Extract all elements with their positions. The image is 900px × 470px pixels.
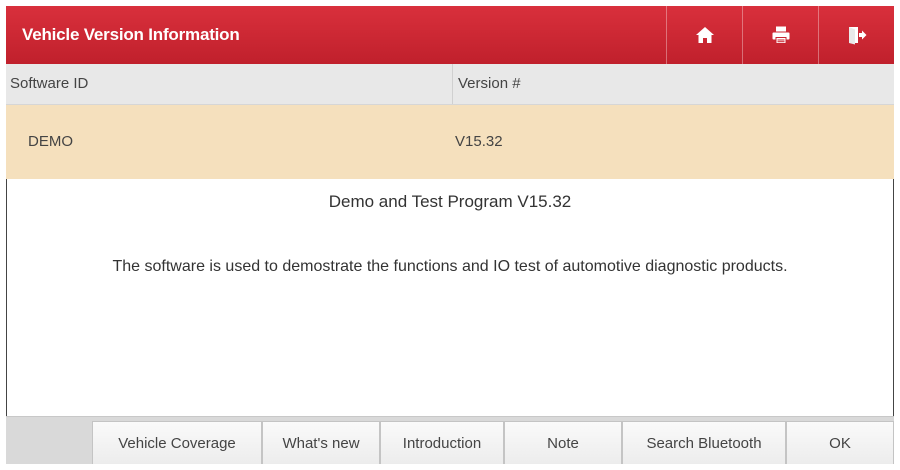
program-description: The software is used to demostrate the f… [112,258,788,275]
note-button[interactable]: Note [504,421,622,464]
home-icon [696,27,714,43]
vehicle-coverage-button[interactable]: Vehicle Coverage [92,421,262,464]
column-divider [452,64,453,104]
window-title: Vehicle Version Information [22,25,240,44]
bottom-toolbar: Vehicle Coverage What's new Introduction… [6,416,894,464]
program-title: Demo and Test Program V15.32 [328,192,572,211]
app-window: Vehicle Version Information Software ID … [6,6,894,464]
home-button[interactable] [666,6,743,64]
introduction-button[interactable]: Introduction [380,421,504,464]
version-cell: V15.32 [455,133,503,150]
table-row[interactable]: DEMO V15.32 [6,105,894,179]
exit-icon [849,27,867,45]
software-id-cell: DEMO [28,133,73,150]
column-header-version: Version # [458,75,521,92]
exit-button[interactable] [818,6,894,64]
search-bluetooth-button[interactable]: Search Bluetooth [622,421,786,464]
print-icon [772,26,790,44]
table-header: Software ID Version # [6,64,894,105]
column-header-software-id: Software ID [10,75,89,92]
whats-new-button[interactable]: What's new [262,421,380,464]
title-bar: Vehicle Version Information [6,6,894,64]
print-button[interactable] [742,6,819,64]
ok-button[interactable]: OK [786,421,894,464]
